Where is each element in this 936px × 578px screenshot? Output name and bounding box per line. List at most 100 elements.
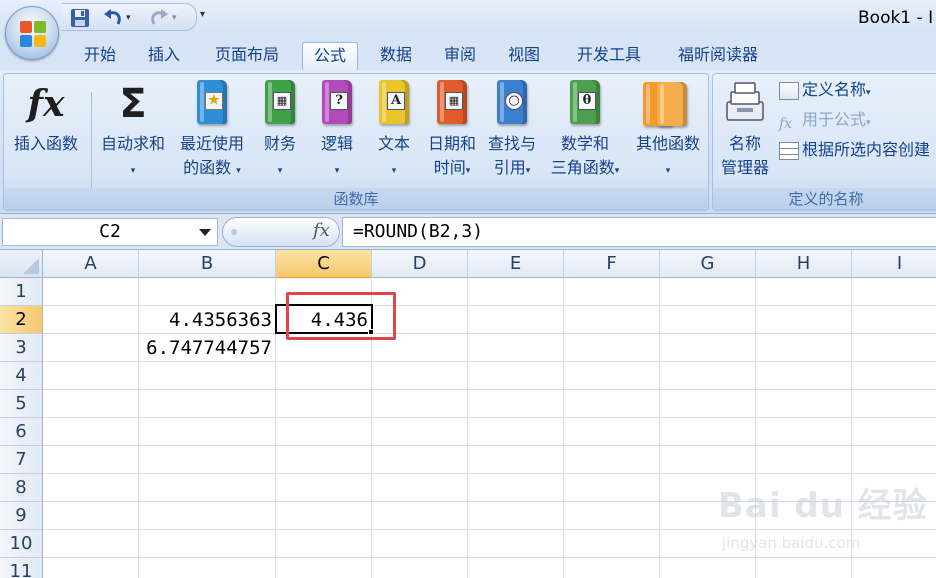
insert-function-fx-icon[interactable]: fx (313, 220, 330, 241)
logical-button[interactable]: ? 逻辑 ▾ (308, 74, 366, 184)
column-header-d[interactable]: D (372, 250, 468, 278)
row-header-1[interactable]: 1 (0, 278, 43, 306)
name-manager-label-2: 管理器 (720, 158, 769, 177)
row-header-8[interactable]: 8 (0, 474, 43, 502)
cell-b2[interactable]: 4.4356363 (139, 306, 276, 334)
name-manager-label-1: 名称 (728, 134, 761, 153)
row-header-3[interactable]: 3 (0, 334, 43, 362)
financial-book-icon: ▦ (261, 80, 299, 128)
more-functions-dropdown-icon: ▾ (665, 166, 671, 176)
save-button[interactable] (70, 8, 90, 28)
gridline (43, 417, 936, 418)
define-name-label: 定义名称 (802, 80, 867, 99)
create-from-selection-button[interactable]: 根据所选内容创建 (779, 138, 930, 162)
financial-label: 财务 (263, 134, 296, 153)
select-all-button[interactable] (0, 250, 43, 278)
row-header-10[interactable]: 10 (0, 530, 43, 558)
math-label-1: 数学和 (560, 134, 609, 153)
tab-developer[interactable]: 开发工具 (568, 42, 650, 70)
math-label-2: 三角函数 (550, 158, 615, 177)
row-header-4[interactable]: 4 (0, 362, 43, 390)
logical-book-icon: ? (318, 80, 356, 128)
tab-foxit-reader[interactable]: 福昕阅读器 (668, 42, 768, 70)
tab-page-layout[interactable]: 页面布局 (206, 42, 288, 70)
recent-functions-dropdown-icon: ▾ (236, 166, 241, 176)
text-button[interactable]: A 文本 ▾ (366, 74, 422, 184)
redo-dropdown-icon[interactable]: ▾ (172, 13, 177, 23)
column-header-h[interactable]: H (756, 250, 852, 278)
row-header-11[interactable]: 11 (0, 558, 43, 578)
column-header-a[interactable]: A (43, 250, 139, 278)
name-box-dropdown-icon[interactable] (199, 229, 211, 236)
insert-function-label: 插入函数 (13, 134, 78, 153)
column-header-g[interactable]: G (660, 250, 756, 278)
math-book-icon: θ (566, 80, 604, 128)
text-book-icon: A (375, 80, 413, 128)
name-box[interactable]: C2 (2, 218, 218, 246)
more-functions-button[interactable]: 其他函数 ▾ (628, 74, 708, 184)
undo-button[interactable]: ▾ (102, 8, 131, 28)
theta-icon: θ (578, 92, 596, 110)
grip-icon[interactable] (231, 229, 237, 235)
column-header-i[interactable]: I (852, 250, 936, 278)
autosum-dropdown-icon: ▾ (130, 166, 136, 176)
formula-input[interactable]: =ROUND(B2,3) (342, 217, 936, 247)
ribbon-tabs: 开始 插入 页面布局 公式 数据 审阅 视图 开发工具 福昕阅读器 (0, 36, 936, 70)
row-header-5[interactable]: 5 (0, 390, 43, 418)
column-header-b[interactable]: B (139, 250, 276, 278)
cell-b3[interactable]: 6.747744757 (139, 334, 276, 362)
create-from-selection-label: 根据所选内容创建 (802, 140, 931, 159)
row-header-2[interactable]: 2 (0, 306, 43, 334)
recent-functions-label-2: 的函数 (183, 158, 232, 177)
redo-button[interactable]: ▾ (148, 8, 177, 28)
create-from-selection-icon (779, 141, 799, 160)
lookup-reference-button[interactable]: ○ 查找与 引用▾ (482, 74, 542, 184)
row-header-6[interactable]: 6 (0, 418, 43, 446)
gridline (43, 473, 936, 474)
recent-functions-book-icon: ★ (193, 80, 231, 128)
tab-view[interactable]: 视图 (502, 42, 546, 70)
logical-dropdown-icon: ▾ (334, 166, 340, 176)
math-trig-button[interactable]: θ 数学和 三角函数▾ (542, 74, 628, 184)
tab-home[interactable]: 开始 (78, 42, 122, 70)
use-in-formula-dropdown-icon: ▾ (866, 118, 871, 128)
office-logo-icon (20, 21, 46, 47)
insert-function-button[interactable]: fx 插入函数 (4, 74, 88, 184)
tab-review[interactable]: 审阅 (438, 42, 482, 70)
column-header-f[interactable]: F (564, 250, 660, 278)
row-header-7[interactable]: 7 (0, 446, 43, 474)
text-label: 文本 (377, 134, 410, 153)
define-name-button[interactable]: 定义名称▾ (779, 78, 871, 102)
formula-bar: C2 fx =ROUND(B2,3) (0, 214, 936, 250)
autosum-button[interactable]: Σ 自动求和 ▾ (94, 74, 172, 184)
qat-customize-button[interactable]: ▾ (200, 9, 212, 23)
more-functions-label: 其他函数 (635, 134, 700, 153)
gridline (659, 278, 660, 578)
datetime-label-1: 日期和 (427, 134, 476, 153)
recent-functions-button[interactable]: ★ 最近使用 的函数 ▾ (172, 74, 252, 184)
tab-formulas[interactable]: 公式 (302, 42, 358, 70)
office-button[interactable] (5, 6, 59, 60)
question-mark-icon: ? (330, 92, 348, 110)
logical-label: 逻辑 (320, 134, 353, 153)
tab-data[interactable]: 数据 (374, 42, 418, 70)
use-in-formula-label: 用于公式 (802, 110, 867, 129)
datetime-button[interactable]: ▦ 日期和 时间▾ (422, 74, 482, 184)
column-header-c[interactable]: C (276, 250, 372, 278)
fx-small-icon: fx (779, 115, 793, 132)
use-in-formula-button[interactable]: fx 用于公式▾ (779, 108, 871, 132)
name-manager-button[interactable]: 名称 管理器 (713, 74, 777, 184)
watermark-brand: Bai du 经验 (718, 486, 928, 526)
define-name-icon (779, 81, 799, 100)
undo-dropdown-icon[interactable]: ▾ (126, 13, 131, 23)
defined-names-label: 定义的名称 (713, 188, 936, 210)
column-header-e[interactable]: E (468, 250, 564, 278)
financial-button[interactable]: ▦ 财务 ▾ (252, 74, 308, 184)
tab-insert[interactable]: 插入 (142, 42, 186, 70)
datetime-book-icon: ▦ (433, 80, 471, 128)
quick-access-toolbar: ▾ ▾ (62, 3, 197, 31)
annotation-highlight-box (286, 292, 396, 340)
row-header-9[interactable]: 9 (0, 502, 43, 530)
ribbon: fx 插入函数 Σ 自动求和 ▾ ★ 最近使用 的函数 ▾ ▦ 财务 ▾ ? 逻… (0, 70, 936, 214)
define-name-dropdown-icon: ▾ (866, 88, 871, 98)
